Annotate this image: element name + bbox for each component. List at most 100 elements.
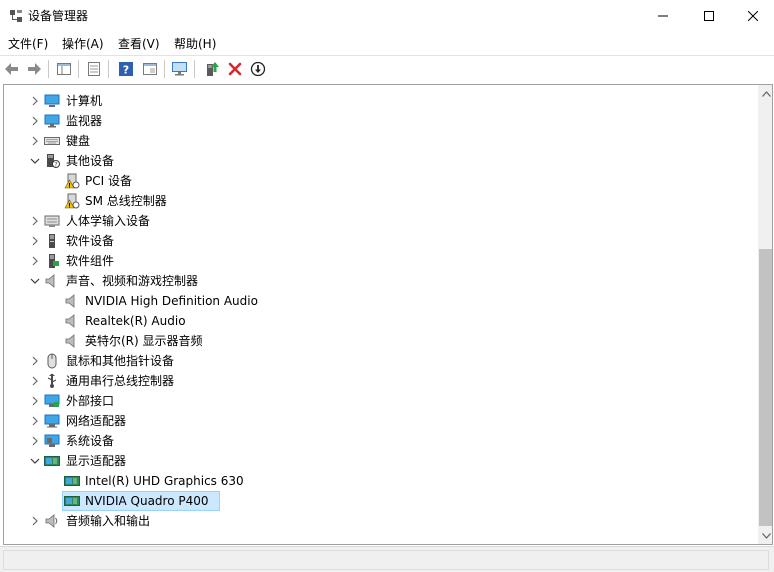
mouse-icon [47, 353, 57, 369]
system-icon [44, 434, 60, 447]
chevron-right-icon[interactable] [30, 516, 40, 526]
scroll-thumb[interactable] [759, 249, 772, 526]
device-category[interactable]: 通用串行总线控制器 [4, 371, 754, 391]
list-view-button[interactable] [84, 59, 104, 79]
device-item[interactable]: Intel(R) UHD Graphics 630 [4, 471, 754, 491]
device-category[interactable]: ? 其他设备 [4, 151, 754, 171]
tree-item-label: PCI 设备 [85, 174, 132, 188]
device-category[interactable]: 监视器 [4, 111, 754, 131]
tree-item-label: 鼠标和其他指针设备 [66, 354, 175, 368]
device-category[interactable]: 系统设备 [4, 431, 754, 451]
device-tree[interactable]: 计算机 监视器 键盘? 其他设备! PCI 设备 ! SM 总线控制器 人体学输入设备 软件设备… [3, 84, 773, 545]
device-category[interactable]: 软件设备 [4, 231, 754, 251]
tree-item-label: 计算机 [66, 94, 103, 108]
window-title: 设备管理器 [28, 9, 89, 23]
device-category[interactable]: 键盘 [4, 131, 754, 151]
vertical-scrollbar[interactable] [758, 85, 772, 544]
menu-help[interactable]: 帮助(H) [174, 36, 216, 52]
device-item[interactable]: ! PCI 设备 [4, 171, 754, 191]
device-category[interactable]: 鼠标和其他指针设备 [4, 351, 754, 371]
title-bar: 设备管理器 [0, 0, 774, 32]
tree-item-label: 网络适配器 [66, 414, 127, 428]
device-category[interactable]: 显示适配器 [4, 451, 754, 471]
back-button[interactable] [2, 59, 22, 79]
chevron-down-icon[interactable] [30, 276, 40, 286]
chevron-right-icon[interactable] [30, 356, 40, 366]
show-hidden-button[interactable] [140, 59, 160, 79]
toolbar-separator [48, 60, 49, 78]
help-button[interactable]: ? [116, 59, 136, 79]
tree-item-label: 英特尔(R) 显示器音频 [85, 334, 203, 348]
svg-text:!: ! [68, 182, 71, 189]
device-category[interactable]: 声音、视频和游戏控制器 [4, 271, 754, 291]
warning-device-icon: ! [64, 193, 80, 209]
tree-item-label: NVIDIA High Definition Audio [85, 294, 258, 308]
scroll-down-button[interactable] [758, 527, 772, 544]
tree-item-label: 软件设备 [66, 234, 115, 248]
chevron-right-icon[interactable] [30, 436, 40, 446]
device-item[interactable]: NVIDIA High Definition Audio [4, 291, 754, 311]
device-category[interactable]: 计算机 [4, 91, 754, 111]
tree-item-label: 监视器 [66, 114, 103, 128]
warning-device-icon: ! [64, 173, 80, 189]
keyboard-icon [44, 137, 60, 145]
menu-view[interactable]: 查看(V) [118, 36, 160, 52]
device-category[interactable]: 人体学输入设备 [4, 211, 754, 231]
chevron-right-icon[interactable] [30, 416, 40, 426]
tree-item-label: 声音、视频和游戏控制器 [66, 274, 199, 288]
device-category[interactable]: 网络适配器 [4, 411, 754, 431]
forward-button[interactable] [24, 59, 44, 79]
usb-icon [47, 373, 57, 388]
tree-item-label: 其他设备 [66, 154, 115, 168]
chevron-up-icon [762, 90, 771, 97]
tree-item-label: 系统设备 [66, 434, 115, 448]
chevron-right-icon[interactable] [30, 96, 40, 106]
device-category[interactable]: 音频输入和输出 [4, 511, 754, 531]
tree-item-label: 通用串行总线控制器 [66, 374, 175, 388]
toolbar-separator [78, 60, 79, 78]
speaker-icon [45, 274, 55, 288]
tree-item-label: Intel(R) UHD Graphics 630 [85, 474, 244, 488]
computer-icon [44, 94, 60, 107]
back-icon [5, 63, 18, 75]
disable-icon [250, 61, 266, 77]
device-item[interactable]: 英特尔(R) 显示器音频 [4, 331, 754, 351]
chevron-right-icon[interactable] [30, 216, 40, 226]
status-bar [0, 546, 774, 572]
device-category[interactable]: 软件组件 [4, 251, 754, 271]
tree-item-label: 显示适配器 [66, 454, 127, 468]
tree-item-label: 音频输入和输出 [66, 514, 151, 528]
chevron-right-icon[interactable] [30, 376, 40, 386]
scroll-up-button[interactable] [758, 85, 772, 102]
menu-action[interactable]: 操作(A) [62, 36, 104, 52]
toolbar: ? [0, 55, 774, 81]
minimize-button[interactable] [640, 0, 686, 32]
chevron-right-icon[interactable] [30, 236, 40, 246]
tree-item-label: Realtek(R) Audio [85, 314, 186, 328]
forward-icon [28, 63, 41, 75]
chevron-right-icon[interactable] [30, 256, 40, 266]
chevron-right-icon[interactable] [30, 116, 40, 126]
device-item[interactable]: Realtek(R) Audio [4, 311, 754, 331]
monitor-icon [44, 114, 60, 128]
show-hidden-icon [143, 63, 157, 75]
speaker-icon [65, 294, 75, 308]
chevron-right-icon[interactable] [30, 136, 40, 146]
chevron-down-icon[interactable] [30, 456, 40, 466]
device-item[interactable]: ! SM 总线控制器 [4, 191, 754, 211]
maximize-button[interactable] [686, 0, 732, 32]
svg-text:?: ? [54, 162, 57, 169]
properties-sheet-button[interactable] [54, 59, 74, 79]
update-driver-button[interactable] [202, 59, 222, 79]
disable-button[interactable] [248, 59, 268, 79]
uninstall-button[interactable] [225, 59, 245, 79]
toolbar-separator [108, 60, 109, 78]
chevron-down-icon[interactable] [30, 156, 40, 166]
scan-hardware-button[interactable] [170, 59, 190, 79]
device-category[interactable]: 外部接口 [4, 391, 754, 411]
close-button[interactable] [730, 0, 774, 32]
device-item[interactable]: NVIDIA Quadro P400 [4, 491, 754, 511]
help-icon: ? [119, 62, 133, 77]
chevron-right-icon[interactable] [30, 396, 40, 406]
menu-file[interactable]: 文件(F) [8, 36, 48, 52]
